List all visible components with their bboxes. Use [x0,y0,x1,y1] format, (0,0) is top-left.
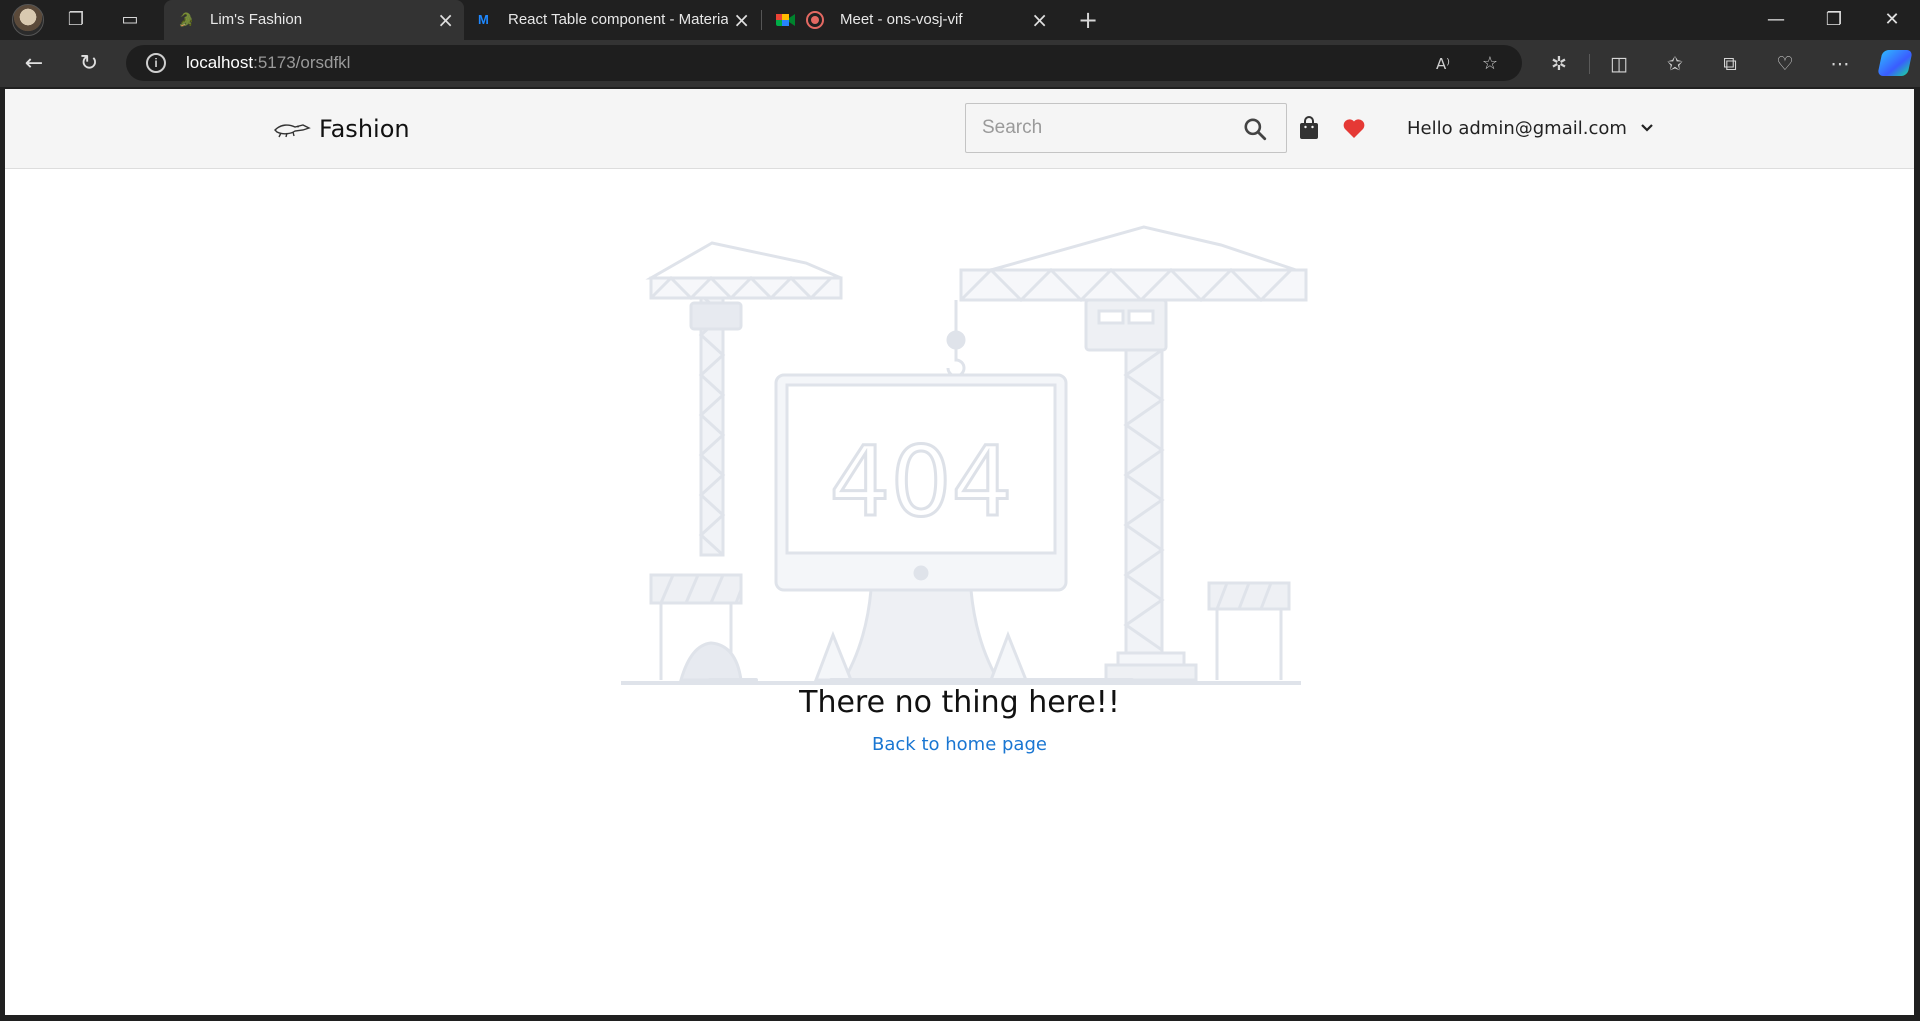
user-greeting: Hello admin@gmail.com [1407,117,1627,139]
user-menu[interactable]: Hello admin@gmail.com [1407,115,1655,141]
more-icon[interactable]: ⋯ [1828,52,1852,76]
wishlist-heart-icon[interactable] [1342,117,1366,139]
meet-icon [776,12,795,28]
search-icon[interactable] [1242,116,1268,142]
url-path: :5173/orsdfkl [253,53,351,72]
under-construction-404-illustration: 404 [621,225,1308,685]
croc-favicon: 🐊 [178,12,195,27]
close-window-icon[interactable]: ✕ [1864,0,1920,40]
tab-lims-fashion[interactable]: 🐊 Lim's Fashion × [164,0,464,40]
site-logo[interactable]: Fashion [273,109,410,149]
tab-meet[interactable]: Meet - ons-vosj-vif × [762,0,1058,40]
copilot-icon[interactable] [1877,50,1913,76]
favorite-star-icon[interactable]: ☆ [1479,53,1501,75]
mui-logo-icon: M [478,12,489,27]
close-tab-icon[interactable]: × [733,0,750,40]
address-bar[interactable]: i localhost:5173/orsdfkl A⁾ ☆ [126,45,1522,81]
ground-shadow [708,678,758,682]
vertical-tabs-icon[interactable]: ▭ [118,8,142,32]
search-input[interactable] [966,104,1226,152]
page-viewport: Fashion Hello admin@gmail.com [5,89,1914,1015]
browser-essentials-icon[interactable]: ♡ [1773,52,1797,76]
minimize-icon[interactable]: — [1748,0,1804,40]
url-text[interactable]: localhost:5173/orsdfkl [186,45,350,81]
search-box [965,103,1287,153]
site-header: Fashion Hello admin@gmail.com [5,89,1914,169]
tab-title: Meet - ons-vosj-vif [840,11,963,28]
tab-react-table[interactable]: M React Table component - Materia × [464,0,760,40]
profile-avatar[interactable] [12,4,44,36]
back-to-home-link[interactable]: Back to home page [5,734,1914,755]
tab-title: Lim's Fashion [210,11,303,28]
read-aloud-icon[interactable]: A⁾ [1432,53,1454,75]
browser-toolbar: ← ↻ i localhost:5173/orsdfkl A⁾ ☆ ✲ ◫ ✩ … [0,40,1920,87]
split-screen-icon[interactable]: ◫ [1607,52,1631,76]
recording-icon [806,11,824,29]
back-arrow-icon[interactable]: ← [20,50,48,78]
collections-icon[interactable]: ⧉ [1718,52,1742,76]
url-host: localhost [186,53,254,72]
not-found-message: There no thing here!! [799,685,1120,720]
restore-icon[interactable]: ❐ [1806,0,1862,40]
site-info-icon[interactable]: i [146,53,166,73]
ground-shadow [829,678,1134,682]
brand-name: Fashion [319,115,410,143]
browser-tab-bar: ❐ ▭ 🐊 Lim's Fashion × M React Table comp… [0,0,1920,40]
croc-logo-icon [274,124,311,138]
close-tab-icon[interactable]: × [1031,0,1048,40]
shopping-bag-icon[interactable] [1298,116,1320,140]
toolbar-separator [1589,54,1590,74]
favorites-icon[interactable]: ✩ [1663,52,1687,76]
close-tab-icon[interactable]: × [437,0,454,40]
error-code: 404 [829,426,1012,538]
new-tab-icon[interactable]: + [1076,8,1100,32]
workspaces-icon[interactable]: ❐ [64,8,88,32]
extensions-icon[interactable]: ✲ [1547,52,1571,76]
tab-title: React Table component - Materia [508,11,728,28]
chevron-down-icon [1641,124,1653,132]
refresh-icon[interactable]: ↻ [75,50,103,78]
